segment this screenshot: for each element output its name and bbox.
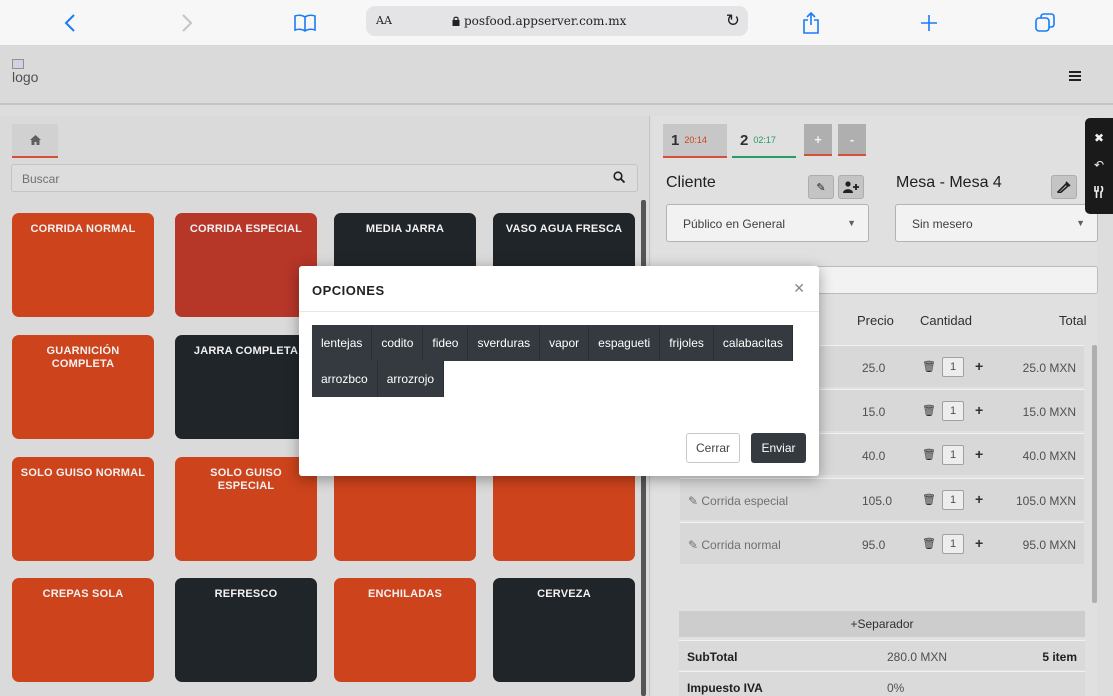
- enviar-button[interactable]: Enviar: [751, 433, 806, 463]
- close-icon[interactable]: ✕: [793, 280, 805, 297]
- option-button[interactable]: espagueti: [589, 325, 661, 361]
- tabs-overview-icon[interactable]: [1030, 8, 1060, 38]
- back-icon[interactable]: [58, 8, 82, 38]
- text-size-button[interactable]: AA: [376, 14, 392, 27]
- new-tab-icon[interactable]: [914, 8, 944, 38]
- option-button[interactable]: arrozrojo: [377, 361, 445, 397]
- modal-divider: [299, 311, 819, 312]
- bookmarks-icon[interactable]: [290, 8, 320, 38]
- cerrar-button[interactable]: Cerrar: [686, 433, 740, 463]
- option-button[interactable]: codito: [372, 325, 424, 361]
- options-modal: OPCIONES ✕ lentejas codito fideo sverduras v…: [299, 266, 819, 476]
- option-button[interactable]: calabacitas: [713, 325, 793, 361]
- options-list: lentejas codito fideo sverduras vapor espague…: [312, 325, 804, 397]
- address-bar[interactable]: AA posfood.appserver.com.mx ↻: [366, 6, 748, 36]
- modal-title: OPCIONES: [312, 283, 385, 298]
- share-icon[interactable]: [796, 8, 826, 38]
- option-button[interactable]: arrozbco: [312, 361, 378, 397]
- url-label: posfood.appserver.com.mx: [464, 14, 627, 28]
- option-button[interactable]: lentejas: [312, 325, 373, 361]
- url-text: posfood.appserver.com.mx: [452, 14, 626, 28]
- reload-icon[interactable]: ↻: [726, 11, 740, 31]
- option-button[interactable]: sverduras: [468, 325, 541, 361]
- forward-icon[interactable]: [175, 8, 199, 38]
- browser-toolbar: AA posfood.appserver.com.mx ↻: [0, 0, 1113, 46]
- option-button[interactable]: frijoles: [660, 325, 714, 361]
- lock-icon: [452, 16, 460, 26]
- option-button[interactable]: vapor: [540, 325, 590, 361]
- option-button[interactable]: fideo: [423, 325, 469, 361]
